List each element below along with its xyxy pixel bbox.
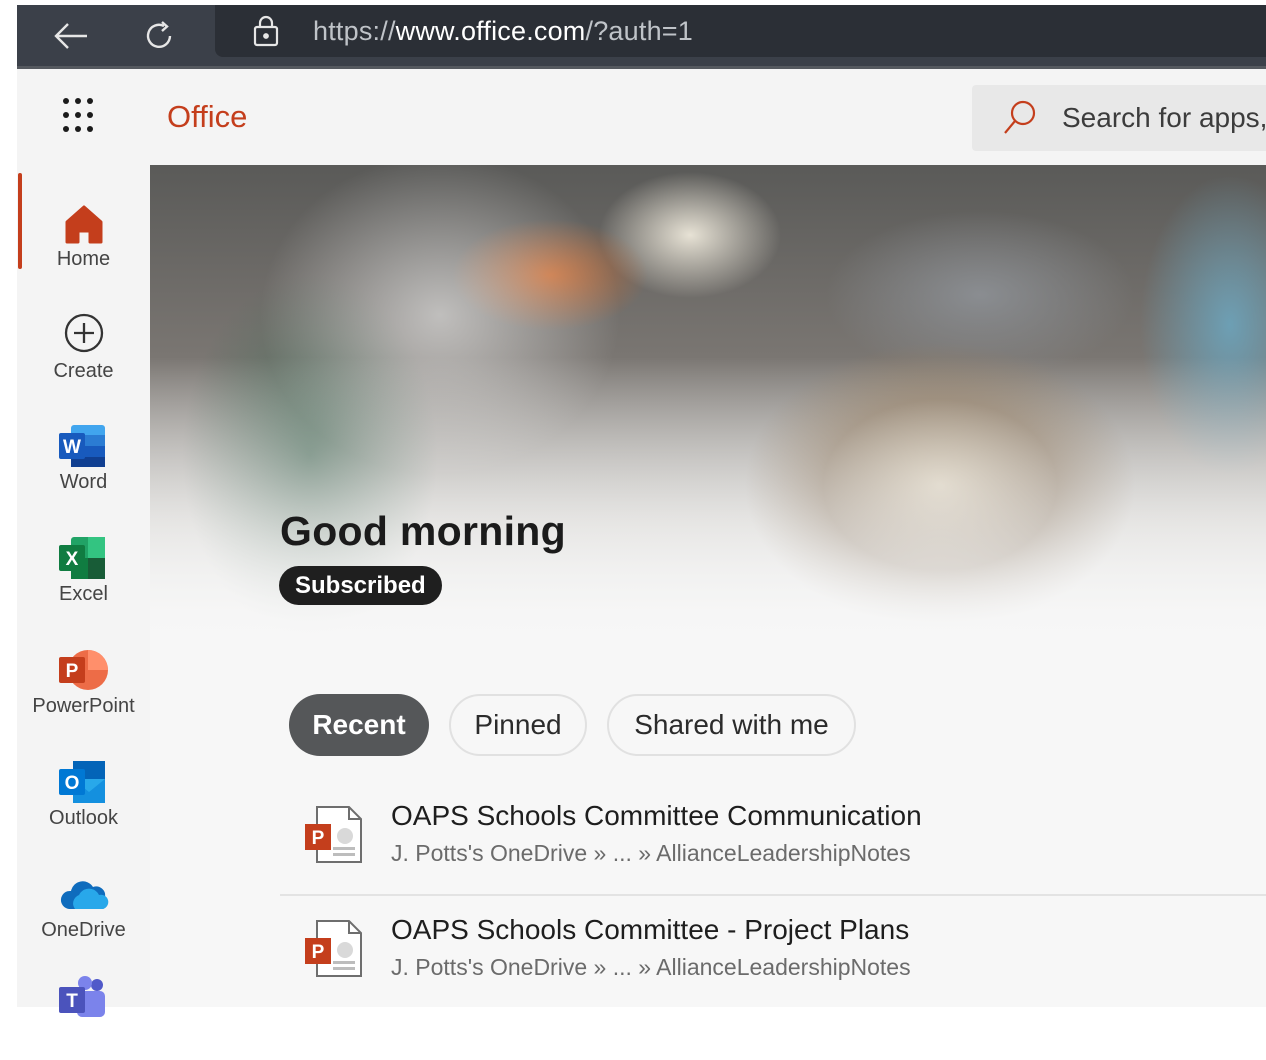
- arrow-left-icon: [54, 22, 87, 49]
- rail-item-create[interactable]: Create: [17, 297, 150, 397]
- svg-text:O: O: [65, 773, 80, 794]
- search-icon: [1004, 100, 1036, 134]
- rail-item-teams[interactable]: T: [17, 960, 150, 1060]
- app-rail: Home Create W Word X Excel P PowerPoint …: [17, 165, 150, 1017]
- main-content: Good morning Subscribed Recent Pinned Sh…: [150, 165, 1266, 1007]
- lock-icon: [253, 15, 279, 47]
- svg-text:W: W: [63, 437, 81, 458]
- excel-icon: X: [59, 537, 105, 579]
- word-icon: W: [59, 425, 105, 467]
- file-path: J. Potts's OneDrive » ... » AllianceLead…: [391, 954, 911, 980]
- tab-shared-with-me[interactable]: Shared with me: [607, 694, 856, 756]
- powerpoint-file-icon: P: [305, 920, 362, 977]
- greeting-heading: Good morning: [280, 508, 566, 554]
- file-path: J. Potts's OneDrive » ... » AllianceLead…: [391, 840, 911, 866]
- rail-item-onedrive[interactable]: OneDrive: [17, 856, 150, 956]
- onedrive-icon: [60, 881, 109, 909]
- svg-text:P: P: [66, 661, 79, 682]
- tab-pinned[interactable]: Pinned: [449, 694, 587, 756]
- rail-item-powerpoint[interactable]: P PowerPoint: [17, 632, 150, 732]
- office-brand[interactable]: Office: [167, 99, 247, 135]
- refresh-button[interactable]: [129, 5, 189, 66]
- file-title[interactable]: OAPS Schools Committee - Project Plans: [391, 914, 909, 946]
- tab-recent[interactable]: Recent: [289, 694, 429, 756]
- rail-item-word[interactable]: W Word: [17, 408, 150, 508]
- file-row[interactable]: P OAPS Schools Committee Communication J…: [280, 782, 1266, 894]
- rail-item-outlook[interactable]: O Outlook: [17, 744, 150, 844]
- svg-text:P: P: [312, 942, 325, 963]
- subscribed-badge: Subscribed: [279, 566, 442, 605]
- search-placeholder: Search for apps,: [1062, 102, 1266, 133]
- home-icon: [65, 205, 103, 244]
- outlook-icon: O: [59, 761, 105, 803]
- refresh-icon: [146, 20, 172, 48]
- powerpoint-icon: P: [59, 650, 108, 690]
- back-button[interactable]: [41, 5, 101, 66]
- svg-text:T: T: [66, 991, 78, 1012]
- address-bar[interactable]: https://www.office.com/?auth=1: [215, 5, 1266, 57]
- rail-item-home[interactable]: Home: [17, 185, 150, 285]
- rail-item-excel[interactable]: X Excel: [17, 520, 150, 620]
- url-text: https://www.office.com/?auth=1: [313, 16, 693, 46]
- svg-text:X: X: [66, 549, 79, 570]
- plus-circle-icon: [64, 313, 104, 353]
- powerpoint-file-icon: P: [305, 806, 362, 863]
- app-launcher-icon[interactable]: [63, 98, 99, 134]
- search-box[interactable]: Search for apps,: [972, 85, 1266, 151]
- browser-toolbar: https://www.office.com/?auth=1: [17, 5, 1266, 69]
- file-title[interactable]: OAPS Schools Committee Communication: [391, 800, 922, 832]
- teams-icon: T: [59, 976, 105, 1017]
- svg-text:P: P: [312, 828, 325, 849]
- file-row[interactable]: P OAPS Schools Committee - Project Plans…: [280, 896, 1266, 1007]
- app-header: Office Search for apps,: [17, 69, 1266, 165]
